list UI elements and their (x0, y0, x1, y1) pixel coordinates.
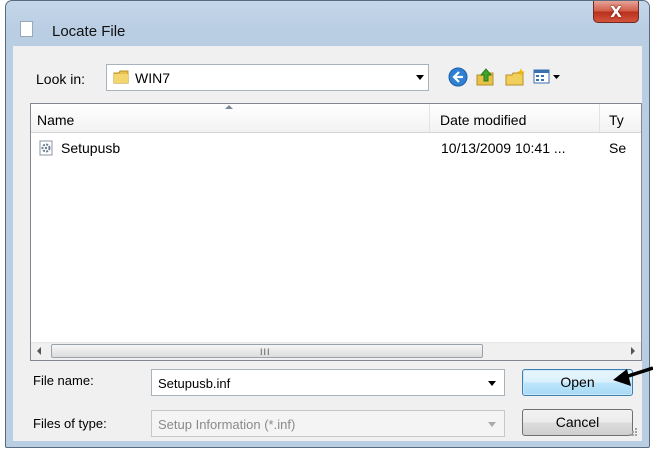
sort-arrow-icon (225, 105, 233, 109)
locate-file-dialog: Locate File X Look in: WIN7 Name Date mo… (5, 0, 650, 448)
setup-file-icon (39, 140, 53, 156)
file-date: 10/13/2009 10:41 ... (441, 140, 566, 156)
horizontal-scrollbar[interactable]: III (31, 342, 641, 360)
chevron-down-icon[interactable] (488, 381, 496, 386)
column-header-name[interactable]: Name (31, 104, 430, 132)
view-menu-button[interactable] (531, 65, 565, 89)
new-folder-button[interactable] (503, 65, 527, 89)
dialog-body: Look in: WIN7 Name Date modified Ty Setu… (13, 46, 642, 441)
pointer-arrow-icon (613, 366, 653, 386)
back-button[interactable] (446, 65, 470, 89)
file-type: Se (609, 140, 627, 156)
scrollbar-grip: III (260, 347, 271, 357)
column-header-type[interactable]: Ty (600, 104, 641, 132)
list-item[interactable]: Setupusb 10/13/2009 10:41 ... Se (31, 135, 641, 159)
title-bar[interactable]: Locate File X (6, 1, 649, 41)
back-icon (448, 67, 468, 87)
scroll-left-icon[interactable] (37, 347, 41, 355)
look-in-value: WIN7 (135, 70, 170, 86)
file-name-field[interactable]: Setupusb.inf (151, 369, 505, 396)
up-folder-button[interactable] (473, 65, 497, 89)
scrollbar-thumb[interactable]: III (51, 344, 483, 358)
scroll-right-icon[interactable] (631, 347, 635, 355)
up-folder-icon (476, 68, 494, 86)
column-header-date[interactable]: Date modified (430, 104, 600, 132)
file-name: Setupusb (61, 140, 121, 156)
cancel-button[interactable]: Cancel (522, 409, 633, 436)
view-menu-icon (533, 69, 560, 84)
column-header-label: Name (37, 112, 75, 128)
resize-grip-icon[interactable] (628, 427, 638, 437)
look-in-label: Look in: (36, 71, 86, 87)
new-folder-icon (505, 68, 525, 86)
file-name-value: Setupusb.inf (158, 376, 231, 391)
close-button[interactable]: X (593, 1, 639, 23)
folder-icon (113, 70, 129, 84)
chevron-down-icon[interactable] (488, 422, 496, 427)
chevron-down-icon[interactable] (416, 75, 424, 80)
file-type-value: Setup Information (*.inf) (158, 417, 296, 432)
dialog-title: Locate File (52, 23, 126, 40)
list-header: Name Date modified Ty (31, 104, 641, 133)
document-icon (20, 21, 33, 37)
file-type-dropdown[interactable]: Setup Information (*.inf) (151, 410, 505, 437)
look-in-dropdown[interactable]: WIN7 (106, 64, 429, 91)
file-type-label: Files of type: (33, 416, 107, 431)
close-icon: X (610, 2, 622, 21)
file-list[interactable]: Name Date modified Ty Setupusb 10/13/200… (30, 103, 642, 361)
file-name-label: File name: (33, 373, 94, 388)
